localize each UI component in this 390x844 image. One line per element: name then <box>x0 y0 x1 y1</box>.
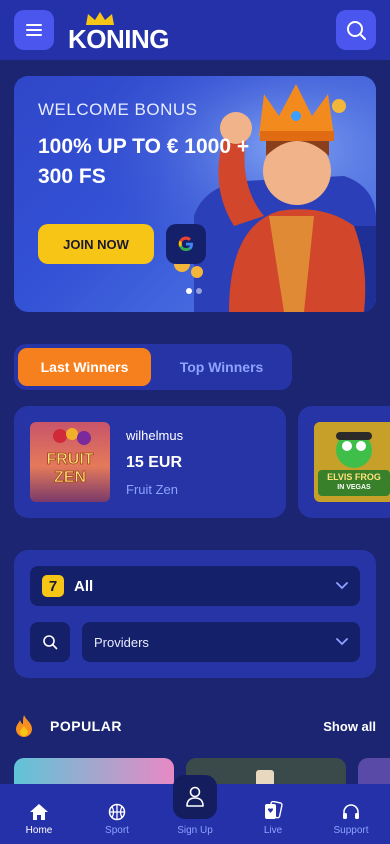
popular-title: POPULAR <box>50 718 122 734</box>
nav-support[interactable]: Support <box>312 784 390 844</box>
chevron-down-icon <box>336 582 348 590</box>
nav-home[interactable]: Home <box>0 784 78 844</box>
cards-icon <box>265 801 283 819</box>
sevens-icon: 7 <box>42 575 64 597</box>
providers-value: Providers <box>94 634 149 650</box>
nav-sport[interactable]: Sport <box>78 784 156 844</box>
game-thumbnail[interactable]: ELVIS FROG IN VEGAS <box>314 422 390 502</box>
user-icon <box>186 786 204 807</box>
svg-text:IN VEGAS: IN VEGAS <box>337 484 371 491</box>
svg-text:FRUIT: FRUIT <box>46 451 93 468</box>
bonus-headline: 100% UP TO € 1000 + 300 FS <box>38 135 250 188</box>
welcome-bonus-banner[interactable]: WELCOME BONUS 100% UP TO € 1000 + 300 FS… <box>14 76 376 312</box>
game-filter-panel: 7 All Providers <box>14 550 376 678</box>
winners-tabs: Last Winners Top Winners <box>14 344 292 390</box>
search-icon <box>347 21 366 40</box>
winner-card[interactable]: FRUIT ZEN wilhelmus 15 EUR Fruit Zen <box>14 406 286 518</box>
google-icon <box>178 236 193 252</box>
nav-live[interactable]: Live <box>234 784 312 844</box>
bonus-label: WELCOME BONUS <box>38 100 198 119</box>
google-signin-button[interactable] <box>166 224 206 264</box>
nav-label: Live <box>263 825 283 836</box>
providers-select[interactable]: Providers <box>82 622 360 662</box>
home-icon <box>30 804 48 820</box>
svg-text:ZEN: ZEN <box>54 469 86 486</box>
nav-label: Support <box>333 825 369 836</box>
carousel-dot[interactable] <box>196 288 202 294</box>
category-select[interactable]: 7 All <box>30 566 360 606</box>
search-button[interactable] <box>336 10 376 50</box>
game-thumbnail[interactable]: FRUIT ZEN <box>30 422 110 502</box>
game-search-button[interactable] <box>30 622 70 662</box>
nav-label: Sign Up <box>177 825 213 836</box>
show-all-link[interactable]: Show all <box>323 719 376 734</box>
popular-section-header: POPULAR Show all <box>14 712 376 740</box>
category-value: All <box>74 577 94 595</box>
tab-top-winners[interactable]: Top Winners <box>155 348 288 386</box>
winner-game[interactable]: Fruit Zen <box>126 482 178 497</box>
winner-card[interactable]: ELVIS FROG IN VEGAS <box>298 406 390 518</box>
logo-text: KONING <box>68 24 170 54</box>
carousel-dot[interactable] <box>186 288 192 294</box>
fire-icon <box>16 715 32 737</box>
headset-icon <box>343 804 359 819</box>
elvis-frog-art: ELVIS FROG IN VEGAS <box>314 422 390 502</box>
winner-amount: 15 EUR <box>126 454 183 471</box>
chevron-down-icon <box>336 638 348 646</box>
fruit-zen-art: FRUIT ZEN <box>30 422 110 502</box>
tab-last-winners[interactable]: Last Winners <box>18 348 151 386</box>
nav-label: Sport <box>105 825 129 836</box>
carousel-dots[interactable] <box>186 288 202 294</box>
menu-button[interactable] <box>14 10 54 50</box>
search-icon <box>43 635 58 650</box>
nav-label: Home <box>25 825 53 836</box>
svg-text:ELVIS FROG: ELVIS FROG <box>327 472 381 482</box>
header <box>0 0 390 60</box>
basketball-icon <box>108 803 126 821</box>
signup-button[interactable] <box>173 775 217 819</box>
join-now-button[interactable]: JOIN NOW <box>38 224 154 264</box>
winner-username: wilhelmus <box>126 428 184 443</box>
hamburger-icon <box>26 24 42 36</box>
